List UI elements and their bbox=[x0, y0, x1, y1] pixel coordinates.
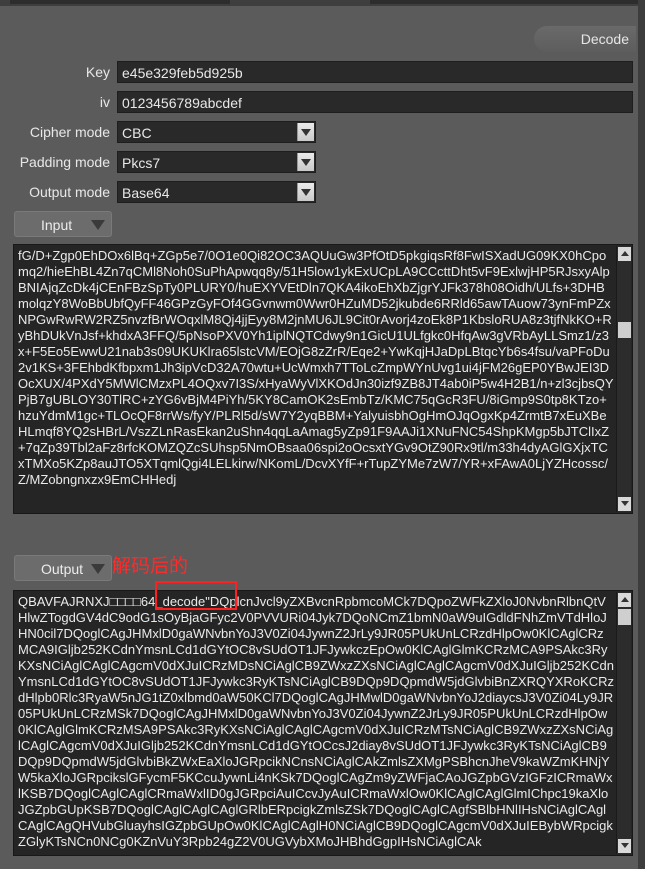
iv-label: iv bbox=[99, 94, 110, 110]
collapse-triangle-icon bbox=[91, 220, 105, 230]
scroll-up-icon[interactable] bbox=[618, 247, 631, 261]
window-top-strip bbox=[0, 0, 645, 6]
scroll-down-icon[interactable] bbox=[618, 839, 631, 853]
input-scrollbar[interactable] bbox=[616, 246, 631, 512]
output-mode-select[interactable]: Base64 bbox=[117, 181, 316, 203]
output-textarea[interactable]: QBAVFAJRNXJ□□□□64_decode"DQplcnJvcl9yZXB… bbox=[13, 590, 633, 856]
output-toggle-button[interactable]: Output bbox=[14, 555, 112, 581]
padding-mode-label: Padding mode bbox=[19, 154, 110, 170]
output-mode-label: Output mode bbox=[29, 184, 110, 200]
dropdown-arrow-icon[interactable] bbox=[297, 153, 314, 171]
cipher-mode-value: CBC bbox=[122, 125, 152, 141]
cipher-mode-select[interactable]: CBC bbox=[117, 121, 316, 143]
tab-edge bbox=[10, 0, 230, 4]
key-field[interactable]: e45e329feb5d925b bbox=[117, 61, 633, 83]
right-panel-edge bbox=[638, 0, 645, 869]
dropdown-arrow-icon[interactable] bbox=[297, 123, 314, 141]
annotation-label: 解码后的 bbox=[112, 556, 189, 577]
dropdown-arrow-icon[interactable] bbox=[297, 183, 314, 201]
scroll-thumb[interactable] bbox=[618, 322, 631, 338]
padding-mode-select[interactable]: Pkcs7 bbox=[117, 151, 316, 173]
cipher-mode-label: Cipher mode bbox=[29, 124, 110, 140]
tab-edge bbox=[370, 0, 638, 4]
input-textarea[interactable]: fG/D+Zgp0EhDOx6lBq+ZGp5e7/0O1e0Qi82OC3AQ… bbox=[13, 244, 633, 514]
key-label: Key bbox=[85, 64, 110, 80]
input-toggle-button[interactable]: Input bbox=[14, 211, 112, 237]
collapse-triangle-icon bbox=[91, 564, 105, 574]
output-scrollbar[interactable] bbox=[616, 592, 631, 854]
output-mode-value: Base64 bbox=[122, 185, 170, 201]
input-text: fG/D+Zgp0EhDOx6lBq+ZGp5e7/0O1e0Qi82OC3AQ… bbox=[18, 248, 614, 487]
output-text: QBAVFAJRNXJ□□□□64_decode"DQplcnJvcl9yZXB… bbox=[18, 594, 615, 849]
output-toggle-label: Output bbox=[41, 561, 84, 577]
scroll-up-icon[interactable] bbox=[618, 593, 631, 607]
iv-field[interactable]: 0123456789abcdef bbox=[117, 91, 633, 113]
padding-mode-value: Pkcs7 bbox=[122, 155, 161, 171]
input-toggle-label: Input bbox=[41, 217, 73, 233]
scroll-thumb[interactable] bbox=[618, 609, 631, 625]
decode-button[interactable]: Decode bbox=[534, 26, 636, 52]
highlight-box bbox=[155, 581, 237, 610]
scroll-down-icon[interactable] bbox=[618, 497, 631, 511]
